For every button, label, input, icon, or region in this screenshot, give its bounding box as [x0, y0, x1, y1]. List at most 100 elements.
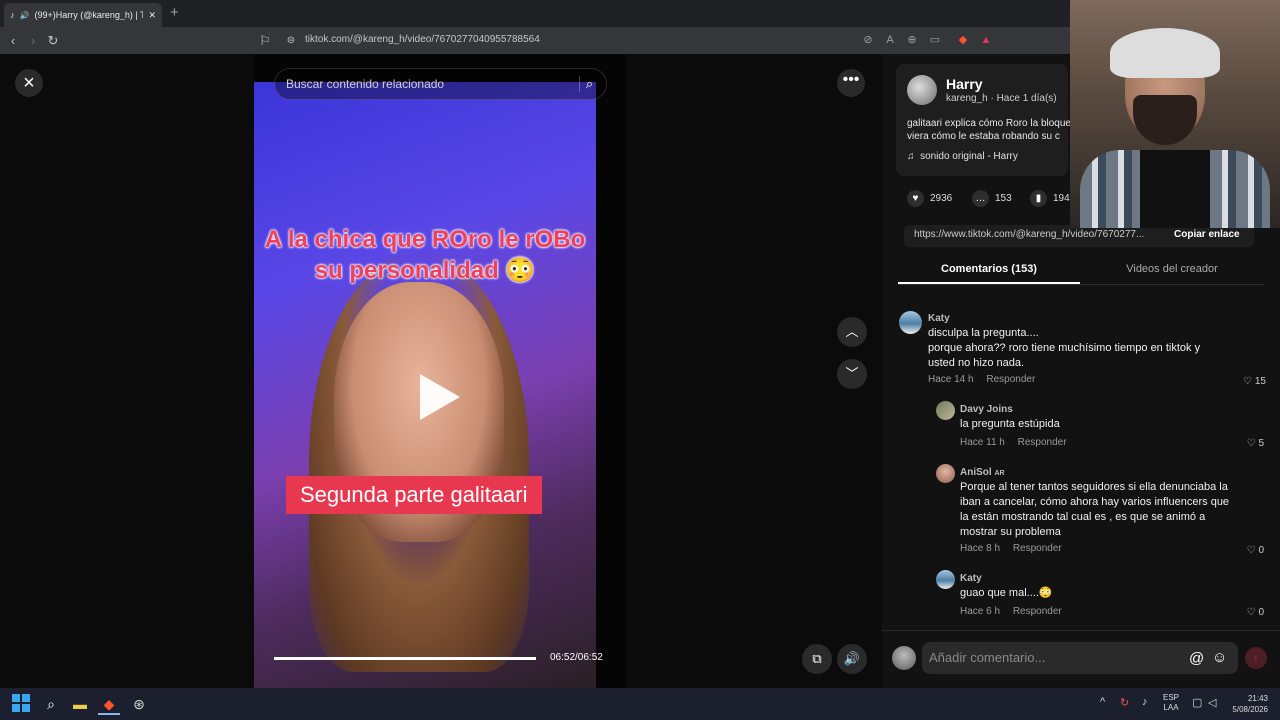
related-search-input[interactable]: Buscar contenido relacionado [274, 68, 607, 100]
mute-site-icon[interactable]: ⊘ [860, 32, 876, 48]
forward-button[interactable]: › [24, 32, 42, 50]
commenter-name[interactable]: AniSol AR [960, 467, 1005, 478]
author-avatar[interactable] [907, 75, 937, 105]
commenter-avatar[interactable] [936, 464, 955, 483]
floating-player-icon[interactable]: ⧉ [802, 644, 832, 674]
emoji-icon[interactable]: ☺ [1212, 649, 1227, 666]
tabs-divider [898, 284, 1264, 285]
search-icon[interactable]: ⌕ [579, 76, 595, 92]
commenter-avatar[interactable] [936, 401, 955, 420]
more-icon[interactable]: ••• [837, 69, 865, 97]
zoom-icon[interactable]: ⊕ [904, 32, 920, 48]
copy-link-button[interactable]: Copiar enlace [1174, 225, 1240, 245]
language-indicator[interactable]: ESP LAA [1163, 693, 1179, 713]
comment-like-button[interactable]: ♡ 0 [1230, 607, 1264, 618]
save-button[interactable]: ▮ 194 [1030, 190, 1070, 207]
taskbar-clock[interactable]: 21:43 5/08/2026 [1226, 693, 1268, 715]
speaker-icon: 🔊 [19, 10, 30, 20]
site-info-icon[interactable]: ⊜ [282, 32, 300, 50]
video-caption-top: A la chica que ROro le rOBo su personali… [264, 226, 586, 284]
commenter-name[interactable]: Katy [960, 573, 982, 584]
display-icon[interactable]: ▢ [1192, 696, 1202, 709]
comment-like-count: 0 [1258, 607, 1264, 618]
comment-meta: Hace 14 h Responder [928, 374, 1045, 385]
comment-time: Hace 11 h [960, 437, 1005, 448]
reply-button[interactable]: Responder [986, 374, 1035, 385]
cast-icon[interactable]: ▭ [927, 32, 943, 48]
reply-button[interactable]: Responder [1018, 437, 1067, 448]
video-frame: A la chica que ROro le rOBo su personali… [254, 82, 596, 688]
comment-meta: Hace 8 h Responder [960, 543, 1072, 554]
commenter-avatar[interactable] [936, 570, 955, 589]
volume-icon[interactable]: 🔊 [837, 644, 867, 674]
app-icon[interactable]: ⊛ [128, 693, 150, 715]
brave-browser-icon[interactable]: ◆ [98, 693, 120, 715]
video-link[interactable]: https://www.tiktok.com/@kareng_h/video/7… [914, 225, 1164, 245]
webcam-overlay [1070, 0, 1280, 228]
comment-like-count: 15 [1254, 376, 1266, 387]
browser-tab[interactable]: ♪ 🔊 (99+)Harry (@kareng_h) | TikTok ✕ [4, 3, 162, 27]
comment-icon: … [972, 190, 989, 207]
video-caption-bottom: Segunda parte galitaari [286, 476, 542, 514]
previous-video-button[interactable]: ︿ [837, 317, 867, 347]
comment-count: 153 [995, 193, 1012, 204]
volume-tray-icon[interactable]: ◁ [1208, 696, 1216, 709]
back-button[interactable]: ‹ [4, 32, 22, 50]
reload-button[interactable]: ↻ [44, 32, 62, 50]
webcam-cap [1110, 28, 1220, 78]
browser-tab-title: (99+)Harry (@kareng_h) | TikTok [34, 10, 144, 20]
heart-icon: ♥ [907, 190, 924, 207]
comment-like-button[interactable]: ♡ 15 [1230, 376, 1266, 387]
commenter-badge: AR [994, 470, 1005, 477]
webcam-tee [1140, 150, 1210, 228]
next-video-button[interactable]: ﹀ [837, 359, 867, 389]
video-player[interactable]: A la chica que ROro le rOBo su personali… [254, 54, 626, 688]
file-explorer-icon[interactable]: ▬ [69, 693, 91, 715]
author-name[interactable]: Harry [946, 76, 983, 92]
post-description: galitaari explica cómo Roro la bloqueó v… [907, 117, 1072, 143]
bookmark-page-icon[interactable]: ⚐ [256, 32, 274, 50]
tiktok-favicon-icon: ♪ [10, 10, 15, 20]
windows-start-icon[interactable] [12, 694, 30, 712]
new-tab-button[interactable]: + [170, 5, 179, 21]
keyboard-layout: LAA [1163, 703, 1179, 712]
comment-like-count: 0 [1258, 545, 1264, 556]
mention-icon[interactable]: @ [1189, 650, 1204, 667]
clock-date: 5/08/2026 [1232, 705, 1268, 714]
music-note-icon: ♫ [907, 151, 915, 162]
url-text[interactable]: tiktok.com/@kareng_h/video/7670277040955… [305, 34, 540, 45]
comment-like-button[interactable]: ♡ 0 [1230, 545, 1264, 556]
comment-text: la pregunta estúpida [960, 418, 1060, 430]
play-icon[interactable] [420, 374, 460, 420]
comment-time: Hace 6 h [960, 606, 1001, 617]
tab-creator-videos[interactable]: Videos del creador [1082, 255, 1262, 284]
brave-shield-icon[interactable]: ◆ [955, 32, 971, 48]
save-count: 194 [1053, 193, 1070, 204]
taskbar [0, 688, 1280, 720]
close-icon[interactable]: × [15, 69, 43, 97]
commenter-name[interactable]: Katy [928, 313, 950, 324]
translate-icon[interactable]: A [882, 32, 898, 48]
microphone-icon[interactable]: ♪ [1142, 696, 1148, 708]
like-button[interactable]: ♥ 2936 [907, 190, 952, 207]
commenter-avatar[interactable] [899, 311, 922, 334]
comment-button[interactable]: … 153 [972, 190, 1012, 207]
close-tab-icon[interactable]: ✕ [148, 10, 156, 21]
brave-rewards-icon[interactable]: ▲ [978, 32, 994, 48]
webcam-beard [1133, 95, 1197, 145]
comment-time: Hace 14 h [928, 374, 974, 385]
commenter-name-text[interactable]: AniSol [960, 467, 992, 478]
sync-icon[interactable]: ↻ [1120, 696, 1129, 709]
commenter-name[interactable]: Davy Joins [960, 404, 1013, 415]
tray-overflow-icon[interactable]: ^ [1100, 696, 1105, 708]
comment-text: Porque al tener tantos seguidores si ell… [960, 481, 1230, 538]
comment-like-button[interactable]: ♡ 5 [1230, 438, 1264, 449]
music-link[interactable]: ♫ sonido original - Harry [907, 151, 1018, 162]
search-taskbar-icon[interactable]: ⌕ [40, 693, 62, 715]
reply-button[interactable]: Responder [1013, 543, 1062, 554]
author-meta: kareng_h · Hace 1 día(s) [946, 93, 1057, 104]
tab-comments[interactable]: Comentarios (153) [898, 255, 1080, 284]
send-icon[interactable]: ↑ [1245, 647, 1267, 669]
post-description-line-2: viera cómo le estaba robando su c [907, 131, 1060, 142]
reply-button[interactable]: Responder [1013, 606, 1062, 617]
